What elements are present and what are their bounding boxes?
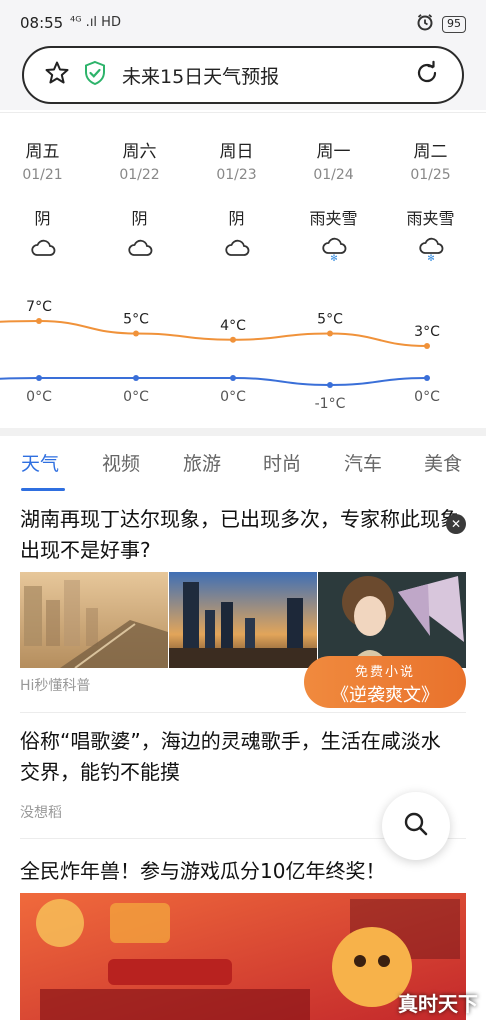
- day-condition: 雨夹雪: [406, 209, 455, 228]
- day-name: 周二: [413, 142, 448, 162]
- temperature-chart: 7°C 0°C 5°C 0°C 4°C 0°C 5°C -1°C 3°C 0°C: [0, 299, 440, 412]
- tab-video[interactable]: 视频: [102, 449, 140, 476]
- status-right: 95: [416, 13, 466, 35]
- day-date: 01/23: [216, 167, 257, 183]
- watermark-text: 真时天下: [398, 992, 478, 1016]
- low-temp-label: 0°C: [220, 389, 246, 405]
- high-temp-label: 3°C: [414, 324, 440, 340]
- cloud-icon: [224, 237, 250, 263]
- refresh-icon[interactable]: [414, 60, 440, 90]
- cloud-icon: [127, 237, 153, 263]
- section-gap: [0, 428, 486, 436]
- active-tab-indicator: [21, 488, 65, 491]
- article-title[interactable]: 湖南再现丁达尔现象，已出现多次，专家称此现象出现不是好事?: [20, 504, 460, 566]
- day-date: 01/22: [119, 167, 160, 183]
- high-temp-point: [424, 343, 430, 349]
- high-temp-label: 5°C: [317, 312, 343, 328]
- day-name: 周五: [25, 142, 60, 162]
- high-temp-label: 5°C: [123, 312, 149, 328]
- search-area: 未来15日天气预报: [0, 46, 486, 110]
- article-thumbnail[interactable]: [169, 572, 317, 668]
- high-temp-label: 4°C: [220, 318, 246, 334]
- low-temp-point: [36, 375, 42, 381]
- floating-search-button[interactable]: [382, 792, 450, 860]
- day-name: 周六: [122, 142, 157, 162]
- high-temp-point: [133, 330, 139, 337]
- high-temp-label: 7°C: [26, 299, 52, 315]
- promo-subtitle: 免费小说: [354, 665, 415, 680]
- article-source: Hi秒懂科普: [20, 678, 91, 694]
- tab-travel[interactable]: 旅游: [183, 449, 221, 476]
- high-temp-line: [0, 319, 428, 347]
- day-date: 01/24: [313, 167, 354, 183]
- low-temp-label: 0°C: [123, 389, 149, 405]
- star-icon[interactable]: [44, 60, 70, 90]
- day-condition: 阴: [34, 209, 51, 228]
- svg-text:✻: ✻: [427, 254, 435, 263]
- shield-check-icon: [82, 60, 108, 90]
- low-temp-line: [0, 377, 428, 387]
- day-date: 01/21: [22, 167, 63, 183]
- article-title[interactable]: 俗称“唱歌婆”，海边的灵魂歌手，生活在咸淡水交界，能钓不能摸: [20, 726, 460, 788]
- article-thumbnail[interactable]: [20, 572, 168, 668]
- tab-food[interactable]: 美食: [424, 449, 462, 476]
- svg-text:✻: ✻: [330, 254, 338, 263]
- category-tabs: 天气 视频 旅游 时尚 汽车 美食: [0, 436, 486, 494]
- day-condition: 阴: [131, 209, 148, 228]
- network-indicator: ⁴ᴳ .ıl HD: [70, 15, 121, 30]
- tab-auto[interactable]: 汽车: [344, 449, 382, 476]
- forecast-panel[interactable]: 周五 01/21 阴 周六 01/22 阴 周日 01/23 阴 周一 01/2…: [0, 113, 486, 430]
- sleet-icon: ✻: [418, 237, 444, 267]
- promo-title: 《逆袭爽文》: [331, 685, 439, 706]
- high-temp-point: [36, 318, 42, 324]
- low-temp-point: [230, 375, 236, 381]
- close-icon[interactable]: ✕: [446, 514, 466, 534]
- tab-fashion[interactable]: 时尚: [263, 449, 301, 476]
- search-bar[interactable]: 未来15日天气预报: [22, 46, 464, 104]
- day-name: 周日: [219, 142, 254, 162]
- low-temp-point: [424, 375, 430, 381]
- status-time: 08:55: [20, 14, 64, 32]
- promo-novel-button[interactable]: 免费小说 《逆袭爽文》: [304, 656, 466, 708]
- tab-weather[interactable]: 天气: [21, 449, 59, 476]
- cloud-icon: [30, 237, 56, 263]
- battery-indicator: 95: [442, 15, 466, 33]
- article-title[interactable]: 全民炸年兽！参与游戏瓜分10亿年终奖！: [20, 856, 460, 887]
- low-temp-label: 0°C: [414, 389, 440, 405]
- day-condition: 阴: [228, 209, 245, 228]
- divider: [20, 712, 466, 713]
- article-thumbnail[interactable]: [318, 572, 466, 668]
- low-temp-point: [133, 375, 139, 381]
- day-condition: 雨夹雪: [309, 209, 358, 228]
- status-bar: 08:55 ⁴ᴳ .ıl HD 95: [0, 0, 486, 46]
- low-temp-label: -1°C: [315, 396, 346, 412]
- high-temp-point: [230, 336, 236, 343]
- search-title[interactable]: 未来15日天气预报: [122, 62, 414, 89]
- day-name: 周一: [316, 142, 351, 162]
- day-date: 01/25: [410, 167, 451, 183]
- sleet-icon: ✻: [321, 237, 347, 267]
- article-source: 没想稻: [20, 805, 62, 821]
- low-temp-label: 0°C: [26, 389, 52, 405]
- search-icon: [402, 810, 430, 842]
- alarm-icon: [416, 13, 434, 35]
- low-temp-point: [327, 382, 333, 388]
- high-temp-point: [327, 330, 333, 337]
